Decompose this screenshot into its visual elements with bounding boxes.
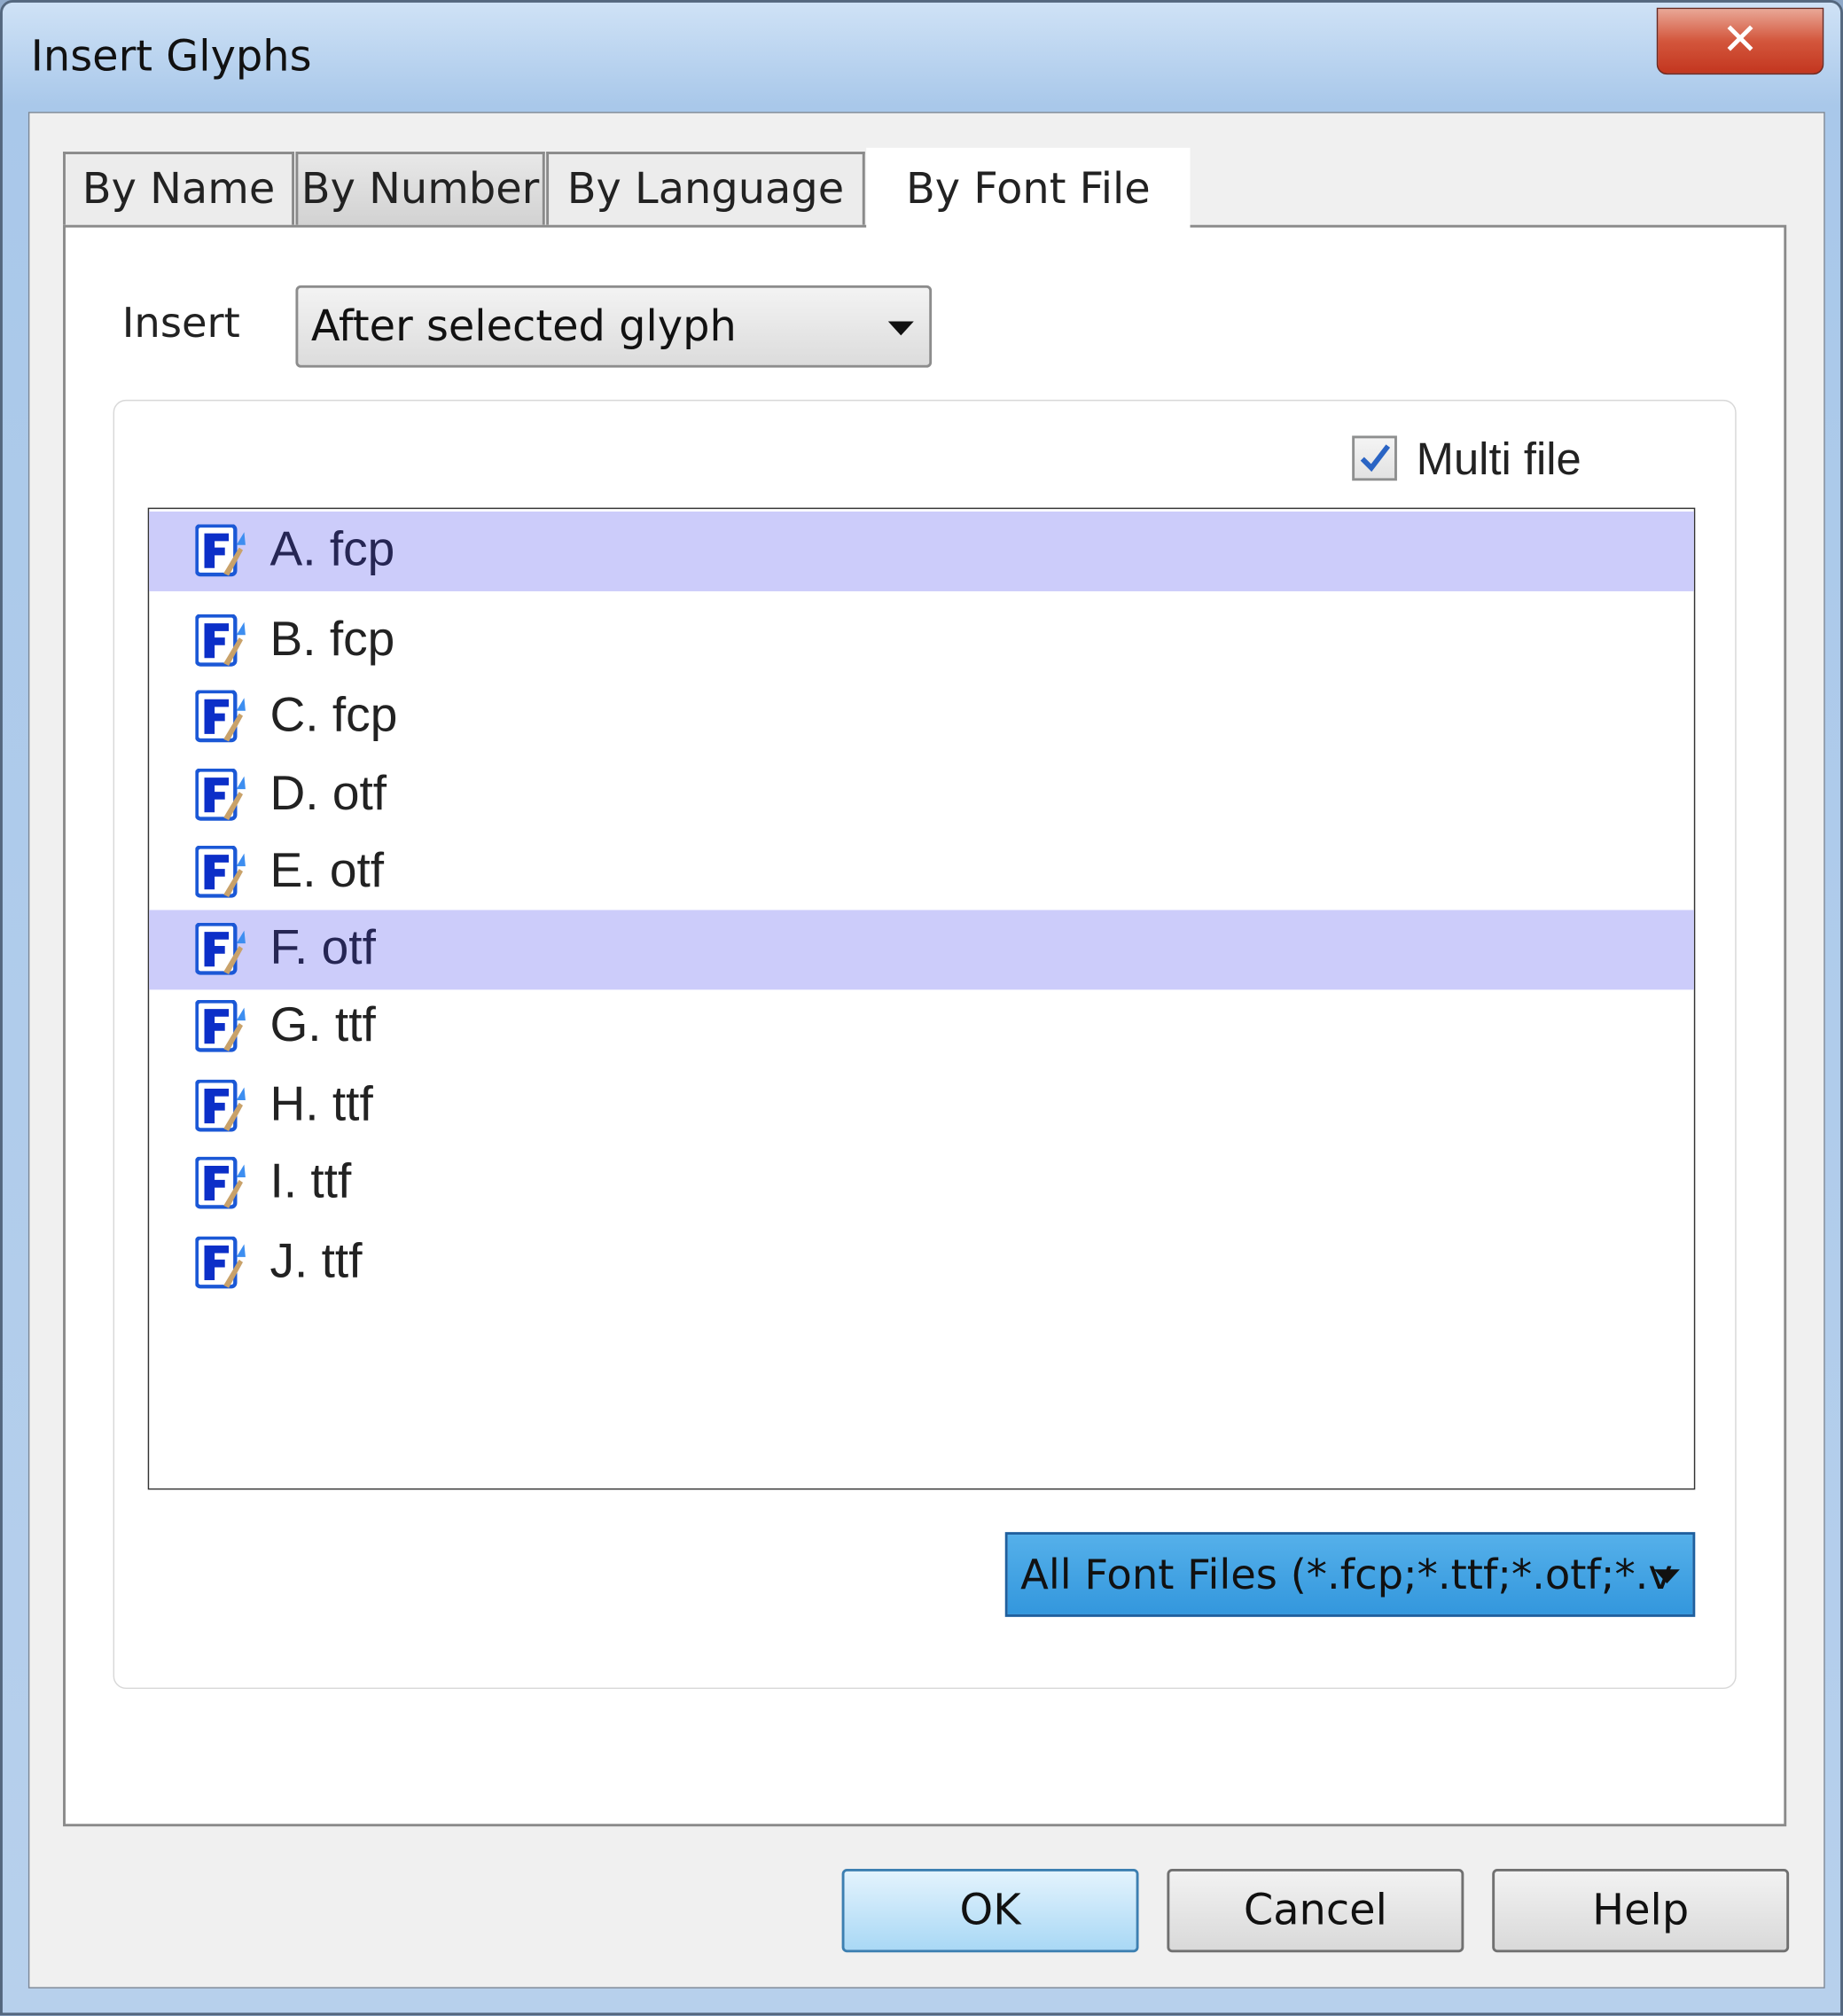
multi-file-label: Multi file: [1416, 434, 1581, 485]
file-name: C. fcp: [269, 688, 398, 743]
multi-file-checkbox[interactable]: [1352, 435, 1397, 481]
font-file-icon: [195, 768, 246, 821]
file-list-item[interactable]: G. ttf: [149, 987, 1694, 1067]
file-list-item[interactable]: C. fcp: [149, 677, 1694, 757]
dialog-window: Insert Glyphs ✕ By Name By Number By Lan…: [0, 0, 1843, 2016]
file-list-item[interactable]: H. ttf: [149, 1067, 1694, 1146]
tab-by-name[interactable]: By Name: [63, 152, 295, 225]
file-name: E. otf: [269, 843, 385, 898]
checkmark-icon: [1360, 444, 1391, 473]
file-name: G. ttf: [269, 997, 376, 1052]
font-file-icon: [195, 1079, 246, 1132]
help-button[interactable]: Help: [1492, 1869, 1790, 1953]
font-file-icon: [195, 1156, 246, 1209]
insert-position-value: After selected glyph: [310, 301, 737, 351]
close-icon: ✕: [1722, 13, 1759, 66]
window-title: Insert Glyphs: [30, 30, 312, 82]
font-file-icon: [195, 1236, 246, 1289]
file-type-filter-dropdown[interactable]: All Font Files (*.fcp;*.ttf;*.otf;*.v: [1004, 1532, 1696, 1617]
file-name: A. fcp: [269, 522, 395, 577]
file-name: I. ttf: [269, 1154, 352, 1209]
ok-button[interactable]: OK: [841, 1869, 1139, 1953]
close-button[interactable]: ✕: [1656, 7, 1824, 75]
font-file-list[interactable]: A. fcp B. fcp C. fcp D. otf E. otf F. otf G. t…: [147, 507, 1696, 1490]
chevron-down-icon: [1653, 1569, 1680, 1584]
insert-label: Insert: [121, 298, 240, 348]
insert-position-dropdown[interactable]: After selected glyph: [295, 285, 933, 368]
file-name: B. fcp: [269, 613, 395, 667]
font-file-icon: [195, 922, 246, 975]
file-list-item[interactable]: B. fcp: [149, 602, 1694, 682]
font-file-icon: [195, 999, 246, 1052]
cancel-button[interactable]: Cancel: [1167, 1869, 1464, 1953]
file-list-item[interactable]: D. otf: [149, 755, 1694, 835]
tab-by-font-file[interactable]: By Font File: [866, 147, 1191, 230]
file-list-item[interactable]: I. ttf: [149, 1144, 1694, 1223]
chevron-down-icon: [887, 321, 914, 336]
tab-by-number[interactable]: By Number: [295, 152, 545, 225]
file-type-filter-value: All Font Files (*.fcp;*.ttf;*.otf;*.v: [1020, 1550, 1673, 1599]
font-file-icon: [195, 614, 246, 667]
file-name: D. otf: [269, 767, 387, 821]
file-name: F. otf: [269, 920, 376, 975]
file-list-item[interactable]: F. otf: [149, 910, 1694, 990]
tab-by-language[interactable]: By Language: [546, 152, 865, 225]
file-list-item[interactable]: A. fcp: [149, 512, 1694, 591]
font-file-icon: [195, 524, 246, 577]
font-file-icon: [195, 690, 246, 743]
file-name: J. ttf: [269, 1234, 363, 1289]
file-list-item[interactable]: E. otf: [149, 832, 1694, 912]
file-list-item[interactable]: J. ttf: [149, 1223, 1694, 1303]
font-file-icon: [195, 845, 246, 898]
file-name: H. ttf: [269, 1077, 373, 1132]
